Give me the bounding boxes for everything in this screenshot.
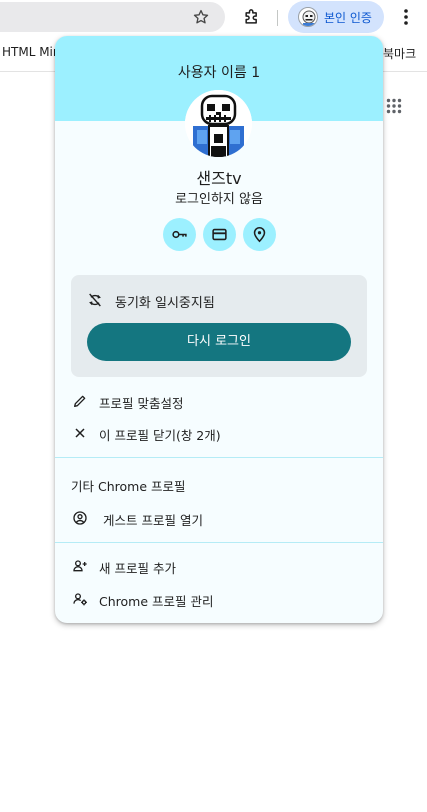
sync-paused-card: 동기화 일시중지됨 다시 로그인	[71, 275, 367, 377]
profile-chip-button[interactable]: 본인 인증	[288, 1, 384, 33]
profile-chip-label: 본인 인증	[324, 11, 372, 25]
profile-menu-title: 사용자 이름 1	[177, 65, 261, 81]
divider	[55, 542, 383, 543]
extensions-puzzle-icon[interactable]	[242, 7, 262, 27]
close-icon	[75, 428, 85, 438]
customize-profile-item[interactable]: 프로필 맞춤설정	[55, 385, 383, 417]
profile-menu-popup: 사용자 이름 1 샌즈tv 로그인하지 않음 동기화 일시중지됨 다시 로그인 …	[55, 36, 383, 623]
manage-profiles-item[interactable]: Chrome 프로필 관리	[55, 583, 383, 615]
chip-avatar	[298, 7, 318, 27]
other-profiles-header: 기타 Chrome 프로필	[71, 479, 186, 494]
close-profile-label: 이 프로필 닫기(창 2개)	[99, 428, 221, 443]
addresses-button[interactable]	[243, 218, 276, 251]
profile-name: 샌즈tv	[196, 169, 242, 188]
browser-toolbar: 본인 인증	[0, 0, 427, 35]
customize-profile-label: 프로필 맞춤설정	[99, 396, 184, 411]
open-guest-profile-label: 게스트 프로필 열기	[103, 513, 203, 528]
guest-profile-icon	[73, 511, 87, 525]
divider	[55, 457, 383, 458]
manage-accounts-icon	[73, 593, 87, 606]
add-person-icon	[73, 560, 87, 572]
all-bookmarks-item[interactable]: 북마크	[383, 45, 416, 62]
add-profile-label: 새 프로필 추가	[99, 561, 176, 576]
add-profile-item[interactable]: 새 프로필 추가	[55, 550, 383, 582]
manage-profiles-label: Chrome 프로필 관리	[99, 594, 214, 609]
sync-status-text: 동기화 일시중지됨	[115, 296, 215, 311]
apps-grid-icon[interactable]	[386, 98, 402, 114]
bookmark-item[interactable]: HTML Mir	[2, 45, 58, 59]
signin-status: 로그인하지 않음	[175, 192, 263, 207]
payment-methods-button[interactable]	[203, 218, 236, 251]
profile-avatar	[185, 90, 252, 157]
bookmark-star-icon[interactable]	[192, 8, 210, 26]
close-profile-item[interactable]: 이 프로필 닫기(창 2개)	[55, 417, 383, 449]
open-guest-profile-item[interactable]: 게스트 프로필 열기	[55, 502, 383, 534]
key-icon	[172, 230, 187, 239]
more-menu-icon[interactable]	[396, 7, 416, 27]
toolbar-separator	[277, 10, 278, 26]
pencil-icon	[74, 395, 86, 407]
location-pin-icon	[253, 226, 266, 243]
password-manager-button[interactable]	[163, 218, 196, 251]
credit-card-icon	[212, 228, 227, 241]
signin-again-button[interactable]: 다시 로그인	[87, 323, 351, 361]
sync-off-icon	[89, 293, 101, 307]
